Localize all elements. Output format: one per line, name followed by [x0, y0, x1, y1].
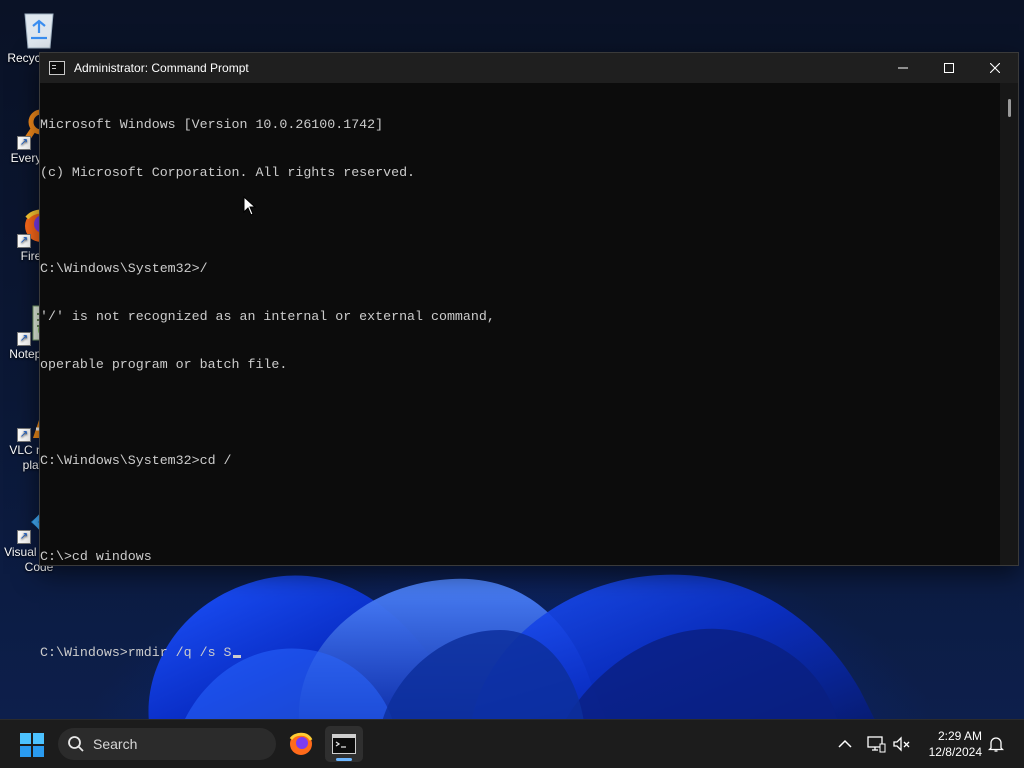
- console-output[interactable]: Microsoft Windows [Version 10.0.26100.17…: [40, 83, 1000, 660]
- shortcut-arrow-icon: ↗: [17, 428, 31, 442]
- taskbar-search-box[interactable]: Search: [58, 728, 276, 760]
- network-icon: [867, 736, 886, 753]
- maximize-button[interactable]: [926, 53, 972, 83]
- console-line: '/' is not recognized as an internal or …: [40, 309, 495, 324]
- bell-icon: [988, 737, 1004, 752]
- windows-logo-icon: [20, 733, 44, 757]
- console-scrollbar[interactable]: [1000, 83, 1018, 565]
- taskbar-clock[interactable]: 2:29 AM 12/8/2024: [929, 728, 982, 760]
- text-cursor: [232, 655, 241, 658]
- volume-button[interactable]: [892, 734, 912, 754]
- taskbar-app-command-prompt[interactable]: [325, 726, 363, 762]
- clock-date: 12/8/2024: [928, 745, 982, 759]
- minimize-button[interactable]: [880, 53, 926, 83]
- volume-muted-icon: [893, 736, 910, 752]
- console-line: (c) Microsoft Corporation. All rights re…: [40, 165, 416, 180]
- console-line: C:\>cd windows: [40, 549, 152, 564]
- start-button[interactable]: [20, 733, 44, 757]
- recycle-bin-icon: [19, 8, 59, 49]
- console-line: C:\Windows\System32>/: [40, 261, 208, 276]
- show-hidden-icons-button[interactable]: [835, 734, 855, 754]
- minimize-icon: [898, 67, 908, 69]
- scrollbar-thumb[interactable]: [1008, 99, 1011, 117]
- active-app-indicator: [336, 758, 352, 761]
- window-titlebar[interactable]: Administrator: Command Prompt: [40, 53, 1018, 83]
- close-button[interactable]: [972, 53, 1018, 83]
- console-line: Microsoft Windows [Version 10.0.26100.17…: [40, 117, 384, 132]
- chevron-up-icon: [838, 739, 852, 748]
- shortcut-arrow-icon: ↗: [17, 234, 31, 248]
- network-button[interactable]: [866, 734, 886, 754]
- console-current-command: C:\Windows>rmdir /q /s S: [40, 645, 232, 660]
- console-input-line[interactable]: C:\Windows>rmdir /q /s S: [40, 645, 1000, 661]
- maximize-icon: [944, 63, 954, 73]
- shortcut-arrow-icon: ↗: [17, 332, 31, 346]
- notifications-button[interactable]: [986, 734, 1006, 754]
- search-icon: [68, 736, 84, 752]
- taskbar: Search 2:29 AM 12/8/2024: [0, 719, 1024, 768]
- firefox-icon: [289, 732, 313, 755]
- console-line: C:\Windows\System32>cd /: [40, 453, 232, 468]
- search-label: Search: [93, 736, 138, 752]
- mouse-pointer-icon: [243, 196, 257, 216]
- shortcut-arrow-icon: ↗: [17, 136, 31, 150]
- shortcut-arrow-icon: ↗: [17, 530, 31, 544]
- close-icon: [990, 63, 1000, 73]
- window-title: Administrator: Command Prompt: [74, 61, 249, 75]
- command-prompt-icon: [49, 61, 65, 75]
- clock-time: 2:29 AM: [937, 729, 982, 743]
- taskbar-app-firefox[interactable]: [282, 726, 320, 762]
- console-line: operable program or batch file.: [40, 357, 288, 372]
- command-prompt-window[interactable]: Administrator: Command Prompt Microsoft …: [39, 52, 1019, 660]
- command-prompt-icon: [332, 734, 356, 754]
